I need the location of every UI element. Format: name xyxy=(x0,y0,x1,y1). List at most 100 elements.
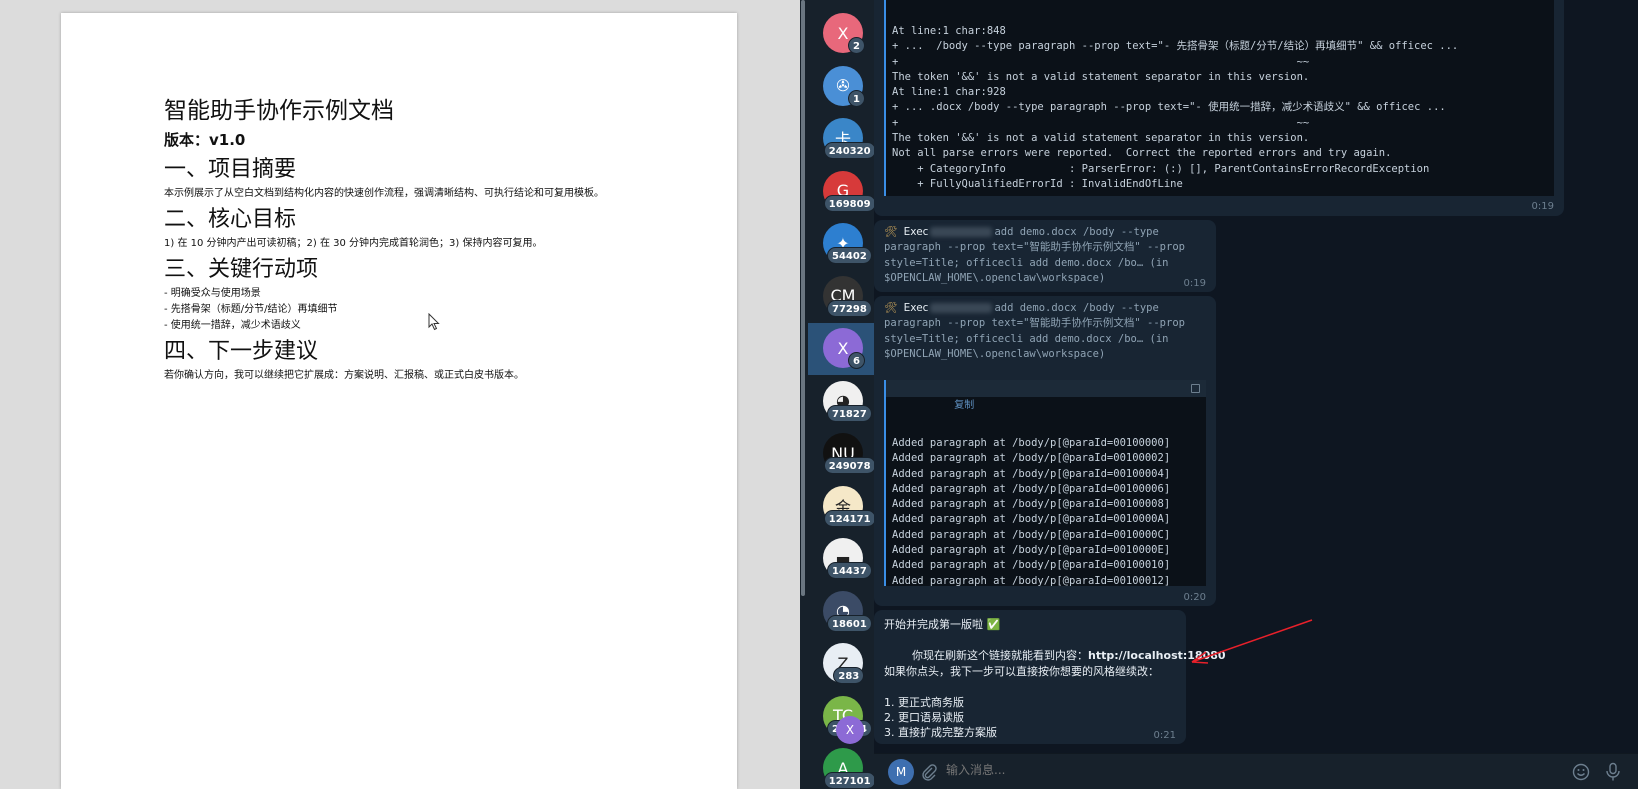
chat-list-item[interactable]: ▬ 14437 xyxy=(808,533,874,585)
chat-list-item[interactable]: 金 124171 xyxy=(808,481,876,533)
unread-badge: 249078 xyxy=(823,457,876,474)
doc-paragraph-summary: 本示例展示了从空白文档到结构化内容的快速创作流程，强调清晰结构、可执行结论和可复… xyxy=(164,188,604,199)
code-line: + ... .docx /body --type paragraph --pro… xyxy=(892,101,1446,114)
annotation-arrow-icon xyxy=(1191,619,1313,664)
tools-icon: 🛠 xyxy=(884,302,898,314)
code-line: Added paragraph at /body/p[@paraId=00100… xyxy=(892,528,1171,541)
exec-command: 🛠 Exec add demo.docx /body --type paragra… xyxy=(884,225,1185,286)
chat-list-item[interactable]: X6 xyxy=(808,323,874,375)
message-time: 0:19 xyxy=(1531,201,1554,212)
reply-option: 1. 更正式商务版 xyxy=(884,696,964,709)
doc-heading-next: 四、下一步建议 xyxy=(164,339,319,364)
unread-badge: 77298 xyxy=(827,299,872,317)
chat-list-item[interactable]: ◕ 71827 xyxy=(808,376,874,428)
code-line: The token '&&' is not a valid statement … xyxy=(892,132,1310,145)
exec-command: 🛠 Exec add demo.docx /body --type paragra… xyxy=(884,301,1185,362)
unread-badge: 240320 xyxy=(823,142,876,159)
document-content: 智能助手协作示例文档 版本：v1.0 一、项目摘要 本示例展示了从空白文档到结构… xyxy=(164,95,634,384)
reply-option: 2. 更口语易读版 xyxy=(884,711,964,724)
unread-badge: 18601 xyxy=(827,614,872,632)
chat-list-item[interactable]: ◔ 18601 xyxy=(808,586,874,638)
exec-line: add demo.docx /body --type xyxy=(994,302,1159,314)
unread-badge: 54402 xyxy=(827,247,872,264)
message-bubble-error: At line:1 char:848 + ... /body --type par… xyxy=(874,0,1564,216)
doc-title: 智能助手协作示例文档 xyxy=(164,98,394,124)
unread-badge: 6 xyxy=(848,352,865,369)
code-line: + ~~ xyxy=(892,116,1310,129)
chat-list: X 2 ✇ 1 卡 240320 G 169809 ✦ 54402 CM 77298 X 6 ◕ 71827 N… xyxy=(808,0,876,789)
unread-badge: 1 xyxy=(848,89,865,107)
mouse-cursor-icon xyxy=(428,313,440,331)
code-line: At line:1 char:928 xyxy=(892,86,1006,99)
exec-label: Exec xyxy=(903,302,929,314)
exec-line: $OPENCLAW_HOME\.openclaw\workspace) xyxy=(884,271,1106,284)
document-viewer: 智能助手协作示例文档 版本：v1.0 一、项目摘要 本示例展示了从空白文档到结构… xyxy=(0,0,800,789)
code-line: Added paragraph at /body/p[@paraId=00100… xyxy=(892,513,1171,526)
self-avatar[interactable]: M xyxy=(888,759,914,785)
code-line: The token '&&' is not a valid statement … xyxy=(892,70,1310,83)
outer-scrollbar[interactable] xyxy=(800,0,808,789)
copy-label[interactable]: 复制 xyxy=(954,400,974,411)
chat-list-item[interactable]: NU 249078 xyxy=(808,428,876,480)
message-input[interactable] xyxy=(946,763,1446,777)
doc-heading-goals: 二、核心目标 xyxy=(164,207,297,232)
unread-badge: 2 xyxy=(848,37,865,54)
code-line: At line:1 char:848 xyxy=(892,25,1006,37)
exec-line: style=Title; officecli add demo.docx /bo… xyxy=(884,332,1169,345)
chat-list-item[interactable]: A 127101 xyxy=(808,743,876,789)
chat-panel: At line:1 char:848 + ... /body --type par… xyxy=(836,0,1638,789)
chat-list-item[interactable]: Z 283 xyxy=(808,638,874,690)
reply-option: 3. 直接扩成完整方案版 xyxy=(884,726,997,739)
code-line: Added paragraph at /body/p[@paraId=00100… xyxy=(892,467,1171,480)
chat-list-item[interactable]: G 169809 xyxy=(808,166,876,218)
doc-bullet: - 使用统一措辞，减少术语歧义 xyxy=(164,320,301,331)
code-line: + CategoryInfo : ParserError: (:) [], Pa… xyxy=(892,162,1430,175)
compose-bar: M xyxy=(874,753,1638,789)
unread-badge: 71827 xyxy=(827,404,872,422)
chat-list-item[interactable]: CM 77298 xyxy=(808,271,874,323)
attach-icon[interactable] xyxy=(920,763,938,781)
unread-badge: 127101 xyxy=(823,772,876,789)
code-line: Added paragraph at /body/p[@paraId=00100… xyxy=(892,574,1171,586)
code-line: Added paragraph at /body/p[@paraId=00100… xyxy=(892,498,1171,511)
doc-paragraph-goals: 1) 在 10 分钟内产出可读初稿；2) 在 30 分钟内完成首轮润色；3) 保… xyxy=(164,238,543,249)
unread-badge: 169809 xyxy=(823,194,876,212)
code-line: Added paragraph at /body/p[@paraId=00100… xyxy=(892,559,1171,572)
chat-list-item[interactable]: 卡 240320 xyxy=(808,113,876,165)
tools-icon: 🛠 xyxy=(884,226,898,238)
reply-line: 如果你点头，我下一步可以直接按你想要的风格继续改： xyxy=(884,665,1159,678)
microphone-icon[interactable] xyxy=(1604,762,1622,782)
exec-line: paragraph --prop text="智能助手协作示例文档" --pro… xyxy=(884,241,1185,254)
code-line: + ~~ xyxy=(892,55,1310,68)
unread-badge: 124171 xyxy=(823,509,876,527)
code-line: Added paragraph at /body/p[@paraId=00100… xyxy=(892,452,1171,465)
message-time: 0:19 xyxy=(1183,278,1206,289)
exec-line: style=Title; officecli add demo.docx /bo… xyxy=(884,256,1169,269)
code-line: + ... /body --type paragraph --prop text… xyxy=(892,40,1459,53)
copy-header[interactable]: 复制 xyxy=(886,380,1206,411)
doc-heading-summary: 一、项目摘要 xyxy=(164,157,297,182)
unread-badge: 14437 xyxy=(827,562,872,579)
message-time: 0:20 xyxy=(1183,592,1206,603)
message-bubble-reply: 开始并完成第一版啦 ✅ 你现在刷新这个链接就能看到内容：http://local… xyxy=(874,610,1226,744)
message-bubble-exec-output: 🛠 Exec add demo.docx /body --type paragra… xyxy=(874,296,1216,606)
outer-scrollbar-thumb[interactable] xyxy=(801,0,805,596)
message-time: 0:21 xyxy=(1153,730,1176,741)
output-code-block: 复制 Added paragraph at /body/p[@paraId=00… xyxy=(884,380,1206,586)
emoji-icon[interactable] xyxy=(1572,763,1590,781)
code-line: Added paragraph at /body/p[@paraId=00100… xyxy=(892,544,1171,557)
copy-icon[interactable] xyxy=(1191,384,1200,393)
exec-line: $OPENCLAW_HOME\.openclaw\workspace) xyxy=(884,347,1106,360)
doc-paragraph-next: 若你确认方向，我可以继续把它扩展成：方案说明、汇报稿、或正式白皮书版本。 xyxy=(164,370,524,381)
chat-list-item[interactable]: ✇ 1 xyxy=(808,61,874,113)
redacted-text xyxy=(930,303,993,313)
error-code-block: At line:1 char:848 + ... /body --type par… xyxy=(884,0,1554,196)
chat-list-item[interactable]: X2 xyxy=(808,8,874,60)
sender-avatar[interactable]: X xyxy=(836,716,864,744)
code-line: Not all parse errors were reported. Corr… xyxy=(892,147,1392,160)
exec-label: Exec xyxy=(903,226,929,238)
reply-text: 你现在刷新这个链接就能看到内容： xyxy=(911,649,1088,663)
doc-heading-actions: 三、关键行动项 xyxy=(164,257,319,282)
chat-list-item[interactable]: ✦ 54402 xyxy=(808,218,874,270)
